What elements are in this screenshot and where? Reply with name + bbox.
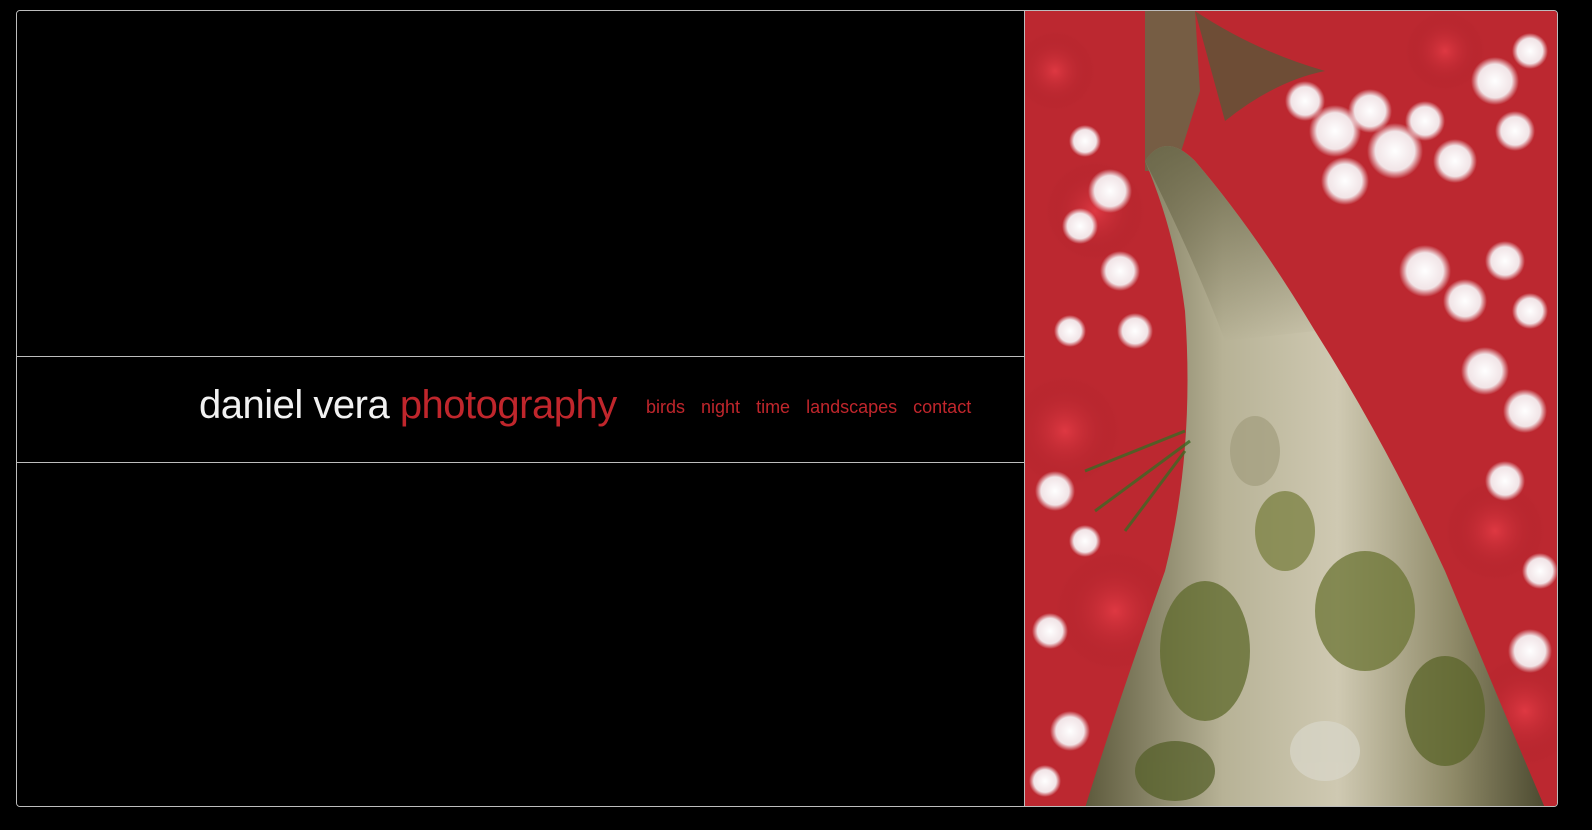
- nav-link-night[interactable]: night: [701, 395, 740, 419]
- header-band: daniel vera photography birds night time…: [17, 356, 1024, 463]
- nav-link-contact[interactable]: contact: [913, 395, 971, 419]
- site-title-name: daniel vera: [199, 383, 390, 427]
- nav-link-landscapes[interactable]: landscapes: [806, 395, 897, 419]
- hero-photo: [1024, 11, 1557, 806]
- page-frame: daniel vera photography birds night time…: [16, 10, 1558, 807]
- nav-link-time[interactable]: time: [756, 395, 790, 419]
- tree-photo-illustration: [1025, 11, 1557, 806]
- site-title-word: photography: [399, 383, 617, 427]
- main-nav: birds night time landscapes contact: [646, 395, 971, 419]
- site-title[interactable]: daniel vera photography: [199, 381, 617, 429]
- left-panel: daniel vera photography birds night time…: [17, 11, 1024, 806]
- nav-link-birds[interactable]: birds: [646, 395, 685, 419]
